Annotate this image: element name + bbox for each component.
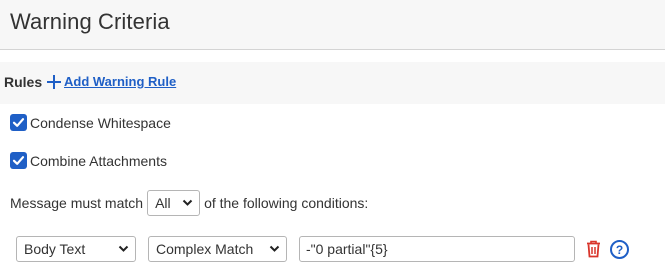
condense-whitespace-option[interactable]: Condense Whitespace bbox=[10, 114, 171, 131]
checkmark-icon bbox=[12, 156, 25, 165]
trash-icon[interactable] bbox=[586, 240, 601, 258]
chevron-down-icon bbox=[182, 199, 193, 206]
plus-icon bbox=[47, 75, 61, 89]
rules-label: Rules bbox=[4, 74, 43, 90]
condition-value-input[interactable] bbox=[299, 236, 575, 262]
combine-attachments-option[interactable]: Combine Attachments bbox=[10, 152, 167, 169]
combine-attachments-label: Combine Attachments bbox=[30, 152, 167, 169]
condition-operator-select[interactable]: Complex Match bbox=[148, 236, 287, 262]
match-mode-value: All bbox=[155, 195, 171, 211]
match-mode-select[interactable]: All bbox=[147, 190, 201, 216]
condition-operator-value: Complex Match bbox=[156, 241, 254, 257]
add-warning-rule-button[interactable]: Add Warning Rule bbox=[47, 74, 176, 89]
condition-field-value: Body Text bbox=[24, 241, 86, 257]
condense-whitespace-label: Condense Whitespace bbox=[30, 114, 171, 131]
chevron-down-icon bbox=[269, 245, 280, 252]
combine-attachments-checkbox[interactable] bbox=[10, 152, 27, 169]
checkmark-icon bbox=[12, 118, 25, 127]
match-prefix-text: Message must match bbox=[10, 195, 144, 211]
add-warning-rule-link[interactable]: Add Warning Rule bbox=[64, 74, 176, 89]
condense-whitespace-checkbox[interactable] bbox=[10, 114, 27, 131]
condition-field-select[interactable]: Body Text bbox=[16, 236, 136, 262]
rules-toolbar: Rules Add Warning Rule bbox=[0, 62, 665, 104]
page-title: Warning Criteria bbox=[10, 9, 170, 34]
page-header: Warning Criteria bbox=[0, 0, 665, 50]
match-suffix-text: of the following conditions: bbox=[204, 195, 369, 211]
chevron-down-icon bbox=[118, 245, 129, 252]
help-icon[interactable]: ? bbox=[610, 240, 629, 259]
match-condition-row: Message must match All of the following … bbox=[10, 190, 368, 216]
